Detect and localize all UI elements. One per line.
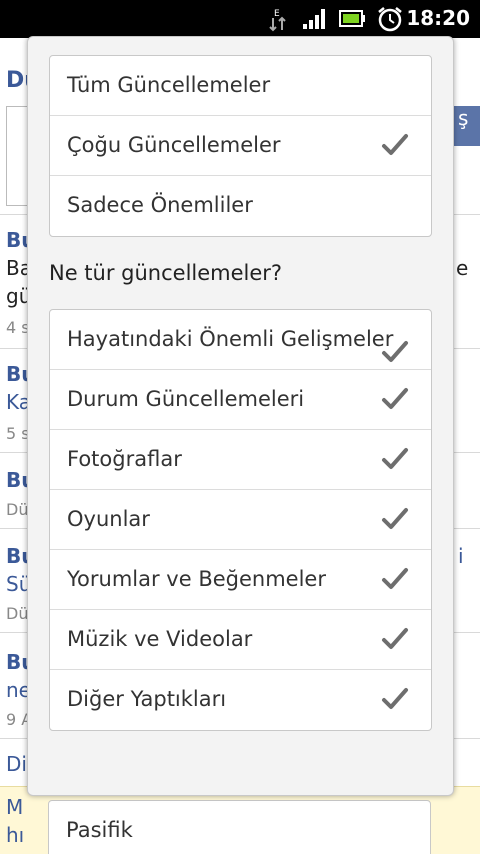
update-filter-dialog: Tüm Güncellemeler Çoğu Güncellemeler Sad…: [27, 36, 454, 796]
filter-option-label: Tüm Güncellemeler: [67, 73, 271, 97]
notice-text: M: [6, 795, 24, 819]
update-type-list: Hayatındaki Önemli Gelişmeler Durum Günc…: [49, 309, 432, 731]
filter-option-all[interactable]: Tüm Güncellemeler: [50, 56, 431, 116]
alarm-icon: [376, 6, 404, 36]
below-list-item[interactable]: Pasifik: [48, 800, 431, 854]
feed-item-time: Dü: [6, 500, 29, 519]
type-option-label: Fotoğraflar: [67, 447, 182, 471]
below-list-item-label: Pasifik: [66, 818, 133, 842]
battery-icon: [339, 6, 365, 34]
check-icon: [381, 340, 409, 364]
feed-item-text: e: [456, 256, 469, 280]
filter-option-important[interactable]: Sadece Önemliler: [50, 176, 431, 236]
type-option-games[interactable]: Oyunlar: [50, 490, 431, 550]
type-option-label: Oyunlar: [67, 507, 150, 531]
filter-option-most[interactable]: Çoğu Güncellemeler: [50, 116, 431, 176]
clock: 18:20: [406, 6, 470, 30]
check-icon: [381, 567, 409, 591]
data-transfer-icon: E: [268, 6, 288, 36]
type-option-music-videos[interactable]: Müzik ve Videolar: [50, 610, 431, 670]
check-icon: [381, 447, 409, 471]
type-option-photos[interactable]: Fotoğraflar: [50, 430, 431, 490]
status-bar: E 18:20: [0, 0, 480, 38]
filter-option-label: Sadece Önemliler: [67, 193, 253, 217]
svg-text:E: E: [274, 9, 280, 19]
type-option-label: Durum Güncellemeleri: [67, 387, 305, 411]
type-option-label: Müzik ve Videolar: [67, 627, 253, 651]
check-icon: [381, 687, 409, 711]
feed-item-link[interactable]: Di: [6, 752, 27, 776]
type-option-other-activities[interactable]: Diğer Yaptıkları: [50, 670, 431, 730]
filter-options-list: Tüm Güncellemeler Çoğu Güncellemeler Sad…: [49, 55, 432, 237]
section-title: Ne tür güncellemeler?: [49, 261, 283, 285]
type-option-comments-likes[interactable]: Yorumlar ve Beğenmeler: [50, 550, 431, 610]
filter-option-label: Çoğu Güncellemeler: [67, 133, 281, 157]
notice-text: hı: [6, 823, 25, 847]
type-option-label: Yorumlar ve Beğenmeler: [67, 567, 326, 591]
feed-item-time: Dü: [6, 604, 29, 623]
share-button[interactable]: ş: [454, 106, 480, 146]
type-option-status[interactable]: Durum Güncellemeleri: [50, 370, 431, 430]
feed-item-text: i: [458, 544, 464, 568]
check-icon: [381, 627, 409, 651]
check-icon: [381, 133, 409, 157]
check-icon: [381, 507, 409, 531]
signal-icon: [302, 6, 328, 34]
type-option-life-events[interactable]: Hayatındaki Önemli Gelişmeler: [50, 310, 431, 370]
type-option-label: Hayatındaki Önemli Gelişmeler: [67, 327, 394, 351]
check-icon: [381, 387, 409, 411]
type-option-label: Diğer Yaptıkları: [67, 687, 227, 711]
